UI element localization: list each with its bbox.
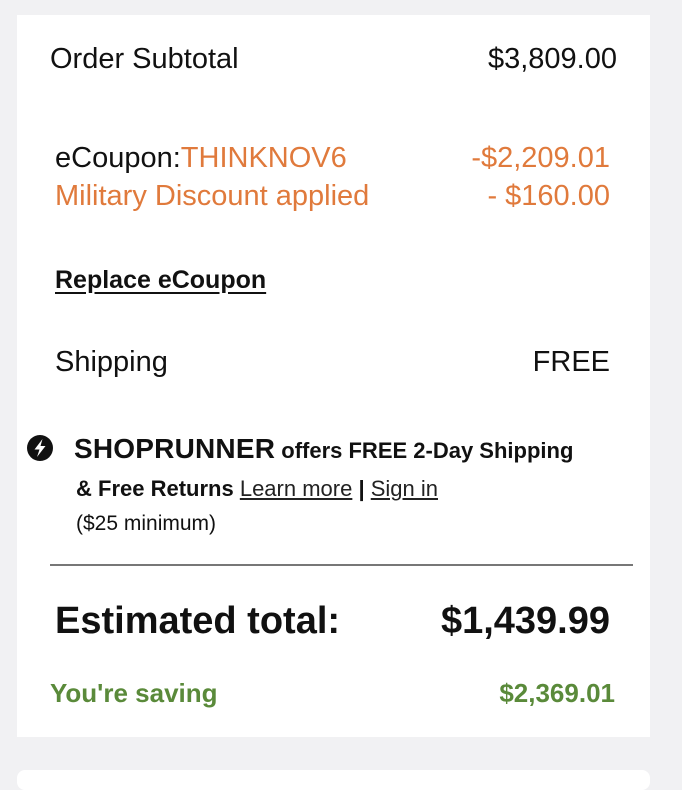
totals-divider	[50, 564, 633, 566]
discounts-description: eCoupon:THINKNOV6 Military Discount appl…	[55, 139, 395, 215]
discount-values: -$2,209.01 - $160.00	[471, 139, 610, 215]
shipping-value: FREE	[532, 346, 610, 378]
coupon-discount-value: -$2,209.01	[471, 142, 610, 174]
estimated-total-label: Estimated total:	[55, 600, 341, 642]
sign-in-link[interactable]: Sign in	[371, 476, 438, 501]
shoprunner-offer-text: offers FREE 2-Day Shipping	[275, 438, 574, 463]
saving-value: $2,369.01	[499, 678, 615, 708]
shoprunner-returns-text: & Free Returns	[76, 476, 240, 501]
order-subtotal-label: Order Subtotal	[50, 43, 239, 75]
shoprunner-offer: SHOPRUNNER offers FREE 2-Day Shipping	[74, 433, 573, 465]
order-subtotal-value: $3,809.00	[487, 43, 617, 75]
shoprunner-minimum: ($25 minimum)	[76, 512, 217, 535]
learn-more-link[interactable]: Learn more	[240, 476, 353, 501]
link-separator: |	[352, 476, 371, 501]
shoprunner-brand: SHOPRUNNER	[74, 433, 276, 464]
shoprunner-returns: & Free Returns Learn more | Sign in	[76, 476, 438, 502]
replace-ecoupon-link[interactable]: Replace eCoupon	[55, 266, 266, 295]
order-summary-card: Order Subtotal $3,809.00 eCoupon:THINKNO…	[17, 15, 650, 737]
military-discount-label: Military Discount applied	[55, 180, 370, 212]
shipping-label: Shipping	[55, 346, 168, 378]
coupon-prefix: eCoupon:	[55, 142, 181, 174]
estimated-total-value: $1,439.99	[440, 600, 610, 642]
next-section-card	[17, 770, 650, 790]
military-discount-value: - $160.00	[487, 180, 610, 212]
shoprunner-icon	[27, 435, 53, 461]
saving-label: You're saving	[50, 678, 218, 708]
coupon-code: THINKNOV6	[180, 142, 347, 174]
